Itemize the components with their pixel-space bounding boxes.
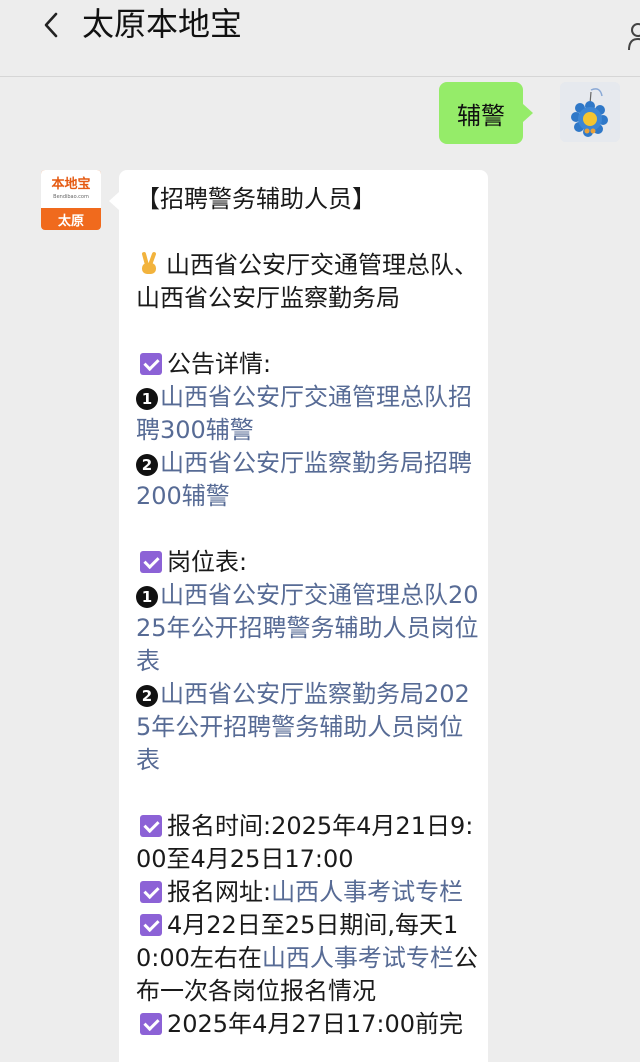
daily-line: 4月22日至25日期间,每天10:00左右在山西人事考试专栏公布一次各岗位报名情… xyxy=(136,909,481,1008)
chevron-left-icon xyxy=(44,12,58,38)
reg-site-line: 报名网址:山西人事考试专栏 xyxy=(136,876,481,909)
number-2-icon: 2 xyxy=(136,685,158,707)
announce-label-line: 公告详情: xyxy=(136,348,481,381)
checkbox-icon xyxy=(140,914,162,936)
back-button[interactable] xyxy=(36,6,70,46)
announce-item-2: 2 山西省公安厅监察勤务局招聘200辅警 xyxy=(136,447,481,513)
reg-time-line: 报名时间:2025年4月21日9:00至4月25日17:00 xyxy=(136,810,481,876)
announce-label: 公告详情: xyxy=(167,350,272,378)
orgs-line: 山西省公安厅交通管理总队、山西省公安厅监察勤务局 xyxy=(136,249,481,315)
positions-label-line: 岗位表: xyxy=(136,546,481,579)
reg-site-link[interactable]: 山西人事考试专栏 xyxy=(271,878,463,906)
announce-link-2[interactable]: 山西省公安厅监察勤务局招聘200辅警 xyxy=(136,449,472,510)
positions-item-2: 2 山西省公安厅监察勤务局2025年公开招聘警务辅助人员岗位表 xyxy=(136,678,481,777)
number-1-icon: 1 xyxy=(136,586,158,608)
logo-brand-text: 本地宝 xyxy=(51,177,91,192)
incoming-message-bubble: 【招聘警务辅助人员】 山西省公安厅交通管理总队、山西省公安厅监察勤务局 公告详情… xyxy=(109,170,488,1062)
checkbox-icon xyxy=(140,353,162,375)
checkbox-icon xyxy=(140,881,162,903)
positions-label: 岗位表: xyxy=(167,548,248,576)
number-1-icon: 1 xyxy=(136,388,158,410)
next-item-line: 2025年4月27日17:00前完 xyxy=(136,1008,481,1041)
positions-link-1[interactable]: 山西省公安厅交通管理总队2025年公开招聘警务辅助人员岗位表 xyxy=(136,581,479,675)
chat-screen: 太原本地宝 辅警 本地宝 Bendibao.com 太原 【招聘警务辅助人员】 … xyxy=(0,0,640,1062)
chat-title: 太原本地宝 xyxy=(82,5,243,43)
chat-header: 太原本地宝 xyxy=(0,0,640,77)
number-2-icon: 2 xyxy=(136,454,158,476)
sender-avatar[interactable]: 本地宝 Bendibao.com 太原 xyxy=(41,170,101,230)
positions-link-2[interactable]: 山西省公安厅监察勤务局2025年公开招聘警务辅助人员岗位表 xyxy=(136,680,470,774)
orgs-text: 山西省公安厅交通管理总队、山西省公安厅监察勤务局 xyxy=(136,251,478,312)
announce-link-1[interactable]: 山西省公安厅交通管理总队招聘300辅警 xyxy=(136,383,472,444)
my-avatar[interactable] xyxy=(560,82,620,142)
checkbox-icon xyxy=(140,551,162,573)
outgoing-message-bubble[interactable]: 辅警 xyxy=(439,82,533,144)
checkbox-icon xyxy=(140,815,162,837)
positions-item-1: 1 山西省公安厅交通管理总队2025年公开招聘警务辅助人员岗位表 xyxy=(136,579,481,678)
person-icon xyxy=(628,23,640,51)
reg-time-text: 报名时间:2025年4月21日9:00至4月25日17:00 xyxy=(136,812,474,873)
profile-button[interactable] xyxy=(626,20,640,56)
checkbox-icon xyxy=(140,1013,162,1035)
daily-link[interactable]: 山西人事考试专栏 xyxy=(262,944,454,972)
message-body: 【招聘警务辅助人员】 山西省公安厅交通管理总队、山西省公安厅监察勤务局 公告详情… xyxy=(136,183,481,1041)
logo-city-text: 太原 xyxy=(57,214,84,229)
logo-url-text: Bendibao.com xyxy=(53,194,89,200)
victory-hand-icon xyxy=(142,252,156,274)
next-item-text: 2025年4月27日17:00前完 xyxy=(167,1010,464,1038)
message-title: 【招聘警务辅助人员】 xyxy=(136,185,376,213)
flower-avatar-icon xyxy=(560,82,620,142)
announce-item-1: 1 山西省公安厅交通管理总队招聘300辅警 xyxy=(136,381,481,447)
reg-site-label: 报名网址: xyxy=(167,878,272,906)
